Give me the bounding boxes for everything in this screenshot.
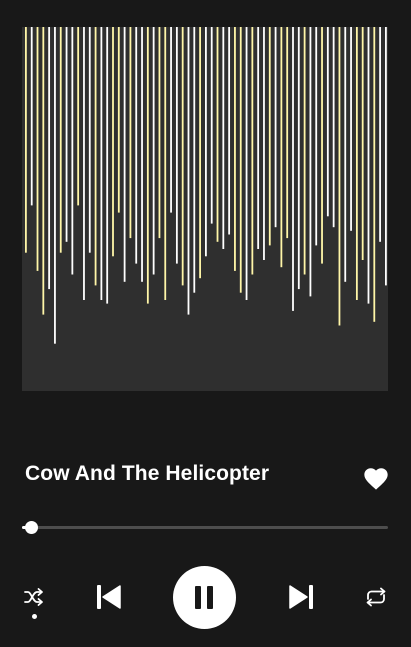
waveform-bar bbox=[216, 27, 219, 242]
waveform-bar bbox=[315, 27, 318, 246]
waveform-art bbox=[25, 27, 387, 344]
waveform-bar bbox=[286, 27, 289, 239]
waveform-bar bbox=[77, 27, 80, 206]
waveform-bar bbox=[193, 27, 196, 293]
waveform-bar bbox=[297, 27, 300, 290]
waveform-bar bbox=[321, 27, 323, 264]
waveform-bar bbox=[222, 27, 225, 249]
waveform-bar bbox=[338, 27, 341, 326]
waveform-bar bbox=[268, 27, 271, 246]
waveform-bar bbox=[164, 27, 167, 300]
waveform-bar bbox=[129, 27, 132, 239]
waveform-bar bbox=[88, 27, 91, 253]
waveform-bar bbox=[274, 27, 277, 228]
waveform-bar bbox=[94, 27, 97, 286]
shuffle-active-indicator bbox=[32, 614, 37, 619]
waveform-bar bbox=[257, 27, 260, 249]
waveform-bar bbox=[379, 27, 381, 242]
waveform-bar bbox=[71, 27, 74, 275]
waveform-bar bbox=[251, 27, 254, 275]
waveform-bar bbox=[210, 27, 213, 224]
waveform-bar bbox=[141, 27, 143, 282]
progress-track bbox=[22, 526, 388, 529]
waveform-bar bbox=[239, 27, 242, 293]
waveform-bar bbox=[170, 27, 172, 213]
play-pause-button[interactable] bbox=[173, 566, 236, 629]
waveform-bar bbox=[205, 27, 207, 257]
waveform-bar bbox=[112, 27, 114, 257]
waveform-bar bbox=[228, 27, 231, 235]
repeat-button[interactable] bbox=[363, 585, 389, 609]
progress-slider[interactable] bbox=[22, 520, 388, 536]
waveform-bar bbox=[123, 27, 126, 282]
waveform-bar bbox=[350, 27, 352, 231]
waveform-bar bbox=[54, 27, 56, 344]
waveform-bar bbox=[175, 27, 178, 264]
waveform-bar bbox=[42, 27, 45, 315]
shuffle-icon bbox=[24, 588, 43, 606]
waveform-bar bbox=[48, 27, 51, 290]
waveform-bar bbox=[36, 27, 39, 271]
waveform-bar bbox=[83, 27, 85, 300]
progress-knob[interactable] bbox=[25, 521, 39, 534]
heart-icon bbox=[364, 468, 388, 490]
waveform-bar bbox=[373, 27, 376, 322]
waveform-bar bbox=[100, 27, 103, 300]
waveform-bar bbox=[158, 27, 161, 239]
waveform-bar bbox=[199, 27, 201, 279]
waveform-bar bbox=[367, 27, 370, 304]
waveform-bar bbox=[106, 27, 109, 304]
waveform-bar bbox=[25, 27, 27, 253]
waveform-bar bbox=[65, 27, 68, 242]
waveform-bar bbox=[332, 27, 335, 228]
waveform-bar bbox=[30, 27, 33, 206]
waveform-bar bbox=[117, 27, 120, 213]
waveform-bar bbox=[234, 27, 236, 271]
waveform-bar bbox=[245, 27, 248, 300]
waveform-bar bbox=[263, 27, 265, 260]
next-button[interactable] bbox=[287, 583, 315, 611]
previous-button[interactable] bbox=[95, 583, 123, 611]
shuffle-button[interactable] bbox=[22, 585, 46, 609]
waveform-bar bbox=[135, 27, 138, 264]
skip-previous-icon bbox=[97, 585, 121, 609]
waveform-bar bbox=[361, 27, 364, 260]
waveform-bar bbox=[181, 27, 184, 286]
waveform-bar bbox=[280, 27, 283, 268]
waveform-bar bbox=[355, 27, 358, 300]
skip-next-icon bbox=[289, 585, 313, 609]
album-artwork bbox=[22, 27, 388, 391]
waveform-bar bbox=[59, 27, 62, 253]
repeat-icon bbox=[366, 587, 386, 607]
waveform-bar bbox=[187, 27, 190, 315]
waveform-bar bbox=[146, 27, 149, 304]
like-button[interactable] bbox=[362, 465, 390, 491]
waveform-bar bbox=[344, 27, 347, 282]
waveform-bar bbox=[152, 27, 155, 275]
pause-icon bbox=[195, 586, 213, 609]
waveform-bar bbox=[292, 27, 294, 311]
music-player: Cow And The Helicopter bbox=[0, 0, 411, 647]
track-title: Cow And The Helicopter bbox=[25, 462, 270, 485]
waveform-bar bbox=[326, 27, 329, 217]
waveform-bar bbox=[309, 27, 312, 297]
waveform-bar bbox=[385, 27, 387, 286]
waveform-bar bbox=[303, 27, 306, 275]
